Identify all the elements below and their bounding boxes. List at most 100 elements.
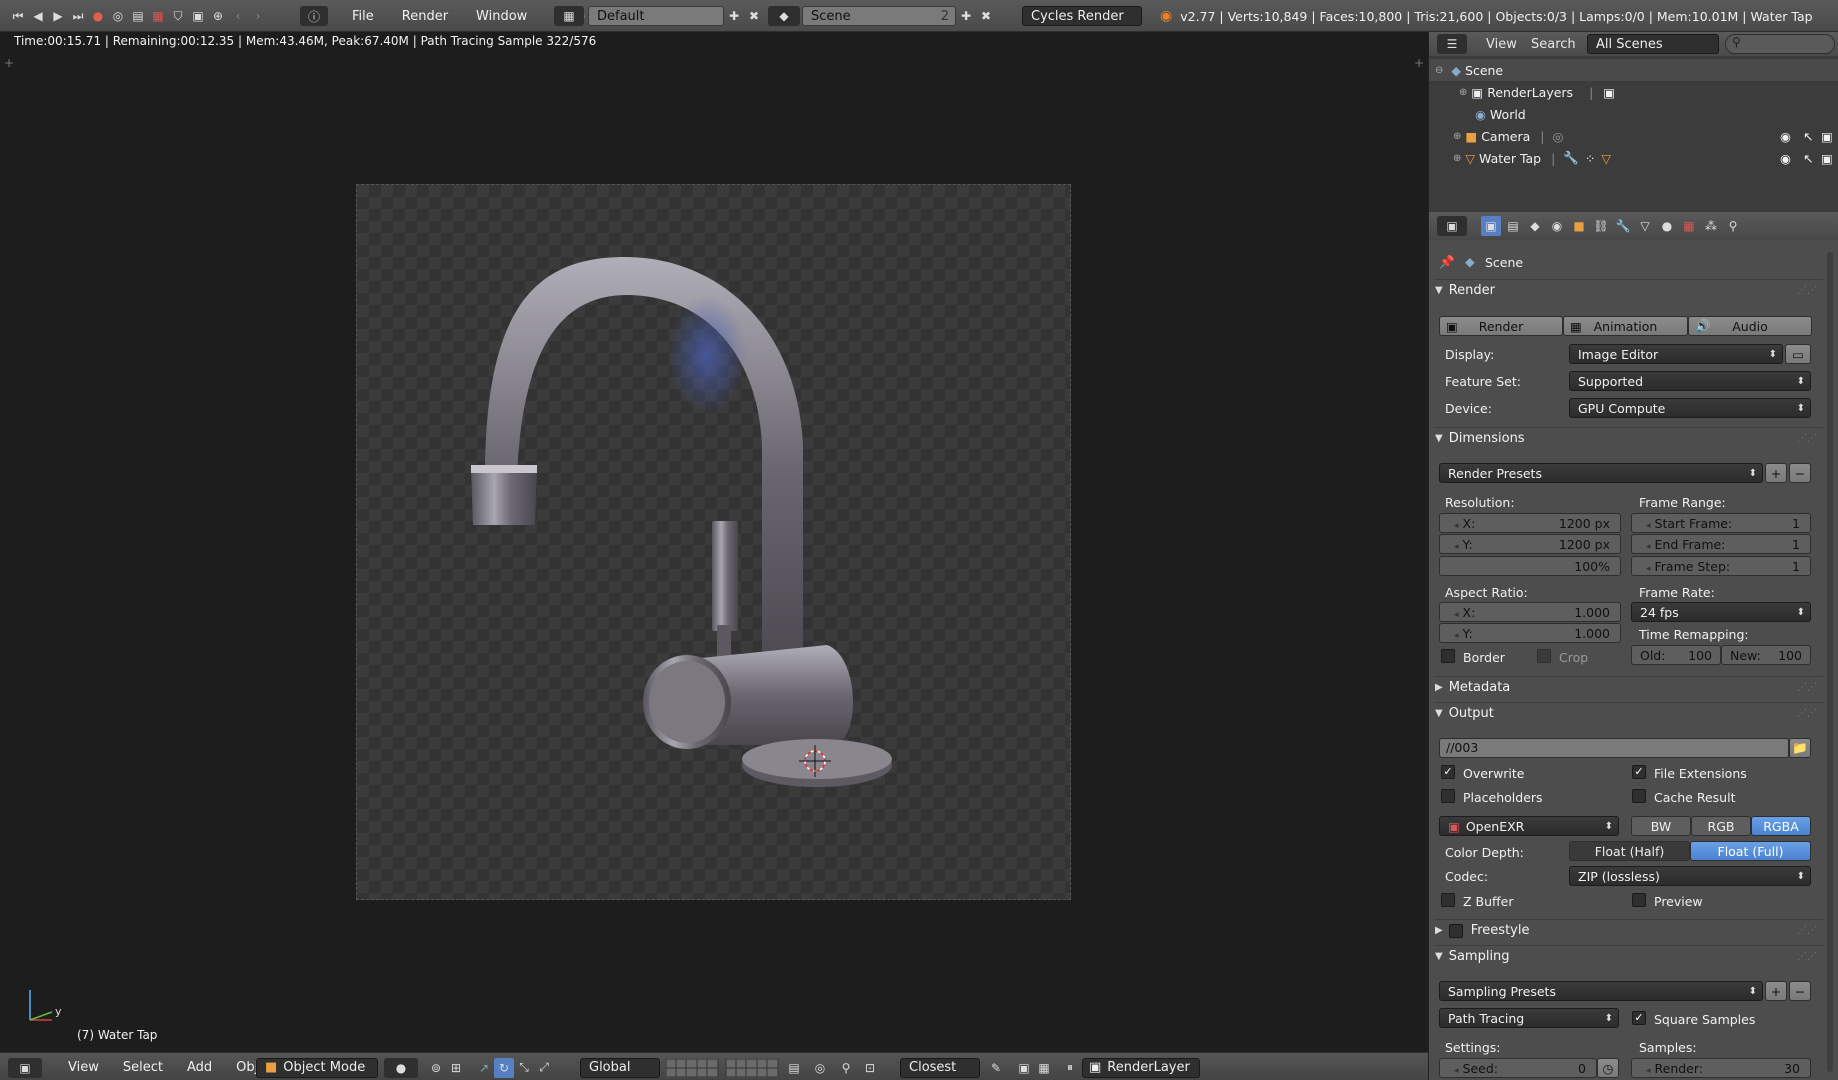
zbuffer-checkbox[interactable] [1441, 893, 1455, 907]
editor-type-button[interactable]: ⓘ [300, 5, 328, 27]
time-new-field[interactable]: New: 100 [1721, 645, 1811, 665]
new-file-icon[interactable]: ▤ [128, 6, 148, 26]
layout-add-icon[interactable]: ✚ [724, 6, 744, 26]
particles-tab-icon[interactable]: ⁂ [1701, 216, 1721, 236]
border-checkbox[interactable] [1441, 649, 1455, 663]
drag-handle-icon[interactable]: ⋰⋰ [1797, 285, 1817, 296]
render-presets-dropdown[interactable]: Render Presets [1439, 463, 1763, 483]
preset-add-button[interactable]: + [1765, 463, 1787, 483]
record-icon[interactable]: ● [88, 6, 108, 26]
panel-output-header[interactable]: ▼ Output ⋰⋰ [1435, 702, 1823, 724]
seed-animate-button[interactable]: ◷ [1597, 1058, 1619, 1078]
mode-dropdown[interactable]: ■ Object Mode [256, 1057, 378, 1078]
outliner-editor-icon[interactable]: ☰ [1437, 34, 1467, 54]
channel-rgba-button[interactable]: RGBA [1751, 816, 1811, 836]
render-icon[interactable]: ▣ [188, 6, 208, 26]
snap-element-icon[interactable]: ⊡ [860, 1058, 880, 1078]
jump-start-icon[interactable]: ⏮ [8, 6, 28, 26]
expand-icon[interactable]: ⊕ [1459, 87, 1467, 98]
render-layer-field[interactable]: ▣ RenderLayer [1082, 1057, 1200, 1078]
rotate-icon[interactable]: ↻ [494, 1057, 514, 1078]
sampling-preset-remove-button[interactable]: − [1789, 981, 1811, 1001]
keyframe-icon[interactable]: ◎ [108, 6, 128, 26]
crop-checkbox[interactable] [1537, 649, 1551, 663]
frame-rate-dropdown[interactable]: 24 fps [1631, 602, 1811, 622]
select-cursor-icon[interactable]: ↖ [1803, 129, 1813, 144]
world-tab-icon[interactable]: ◉ [1547, 216, 1567, 236]
preset-remove-button[interactable]: − [1789, 463, 1811, 483]
drag-handle-icon[interactable]: ⋰⋰ [1797, 682, 1817, 693]
panel-sampling-header[interactable]: ▼ Sampling ⋰⋰ [1435, 945, 1823, 967]
transform-icon[interactable]: ⤢ [534, 1058, 554, 1078]
overwrite-checkbox[interactable]: ✓ [1441, 765, 1455, 779]
translate-icon[interactable]: ↗ [474, 1058, 494, 1078]
editor-type-icon[interactable]: ▣ [8, 1057, 42, 1078]
drag-handle-icon[interactable]: ⋰⋰ [1797, 925, 1817, 936]
properties-scrollbar[interactable] [1827, 252, 1833, 1072]
menu-select[interactable]: Select [111, 1060, 175, 1075]
data-tab-icon[interactable]: ▽ [1635, 216, 1655, 236]
visibility-eye-icon[interactable]: ◉ [1780, 129, 1791, 144]
start-frame-field[interactable]: ◂ Start Frame: 1 [1631, 513, 1811, 533]
proportional-icon[interactable]: ◎ [810, 1058, 830, 1078]
display-window-button[interactable]: ▭ [1785, 344, 1811, 364]
render-layers-tab-icon[interactable]: ▤ [1503, 216, 1523, 236]
channel-rgb-button[interactable]: RGB [1691, 816, 1751, 836]
layout-icon[interactable]: ▦ [554, 6, 584, 26]
shield-icon[interactable]: ⛉ [168, 6, 188, 26]
render-still-icon[interactable]: ▣ [1014, 1058, 1034, 1078]
pin-icon[interactable]: 📌 [1439, 254, 1455, 270]
properties-editor-icon[interactable]: ▣ [1437, 216, 1467, 236]
render-toggle-icon[interactable]: ▣ [1821, 129, 1833, 144]
texture-tab-icon[interactable]: ▦ [1679, 216, 1699, 236]
codec-dropdown[interactable]: ZIP (lossless) [1569, 866, 1811, 886]
integrator-dropdown[interactable]: Path Tracing [1439, 1008, 1619, 1028]
resolution-y-field[interactable]: ◂ Y: 1200 px [1439, 534, 1621, 554]
physics-tab-icon[interactable]: ⚲ [1723, 216, 1743, 236]
viewport-shading-icon[interactable]: ● [384, 1057, 418, 1078]
file-format-dropdown[interactable]: ▣ OpenEXR [1439, 816, 1619, 836]
pivot-icon[interactable]: ⊚ [426, 1058, 446, 1078]
render-toggle-icon[interactable]: ▣ [1821, 151, 1833, 166]
outliner-item-water-tap[interactable]: ⊕ ▽ Water Tap | 🔧 ⁘ ▽ ◉ ↖ ▣ [1429, 147, 1838, 169]
panel-render-header[interactable]: ▼ Render ⋰⋰ [1435, 279, 1823, 301]
arrow-left-icon[interactable]: ‹ [228, 6, 248, 26]
file-extensions-checkbox[interactable]: ✓ [1632, 765, 1646, 779]
manipulator-toggle-icon[interactable]: ⊞ [446, 1058, 466, 1078]
outliner-view-menu[interactable]: View [1486, 37, 1517, 52]
outliner-item-scene[interactable]: ⊖ ◆ Scene [1429, 59, 1838, 81]
menu-view[interactable]: View [56, 1060, 111, 1075]
render-button[interactable]: ▣ Render [1439, 316, 1563, 336]
pause-icon[interactable]: ⏸ [1060, 1058, 1080, 1078]
arrow-right-icon[interactable]: › [248, 6, 268, 26]
output-path-input[interactable]: //003 [1439, 738, 1789, 758]
object-tab-icon[interactable]: ■ [1569, 216, 1589, 236]
material-tab-icon[interactable]: ● [1657, 216, 1677, 236]
display-dropdown[interactable]: Image Editor [1569, 344, 1783, 364]
device-dropdown[interactable]: GPU Compute [1569, 398, 1811, 418]
layout-close-icon[interactable]: ✖ [744, 6, 764, 26]
outliner-search-input[interactable]: ⚲ [1725, 34, 1835, 54]
orientation-dropdown[interactable]: Global [580, 1057, 660, 1078]
sampling-presets-dropdown[interactable]: Sampling Presets [1439, 981, 1763, 1001]
modifiers-tab-icon[interactable]: 🔧 [1613, 216, 1633, 236]
scene-add-icon[interactable]: ✚ [956, 6, 976, 26]
aspect-x-field[interactable]: ◂ X: 1.000 [1439, 602, 1621, 622]
preview-checkbox[interactable] [1632, 893, 1646, 907]
output-browse-button[interactable]: 📁 [1789, 738, 1811, 758]
drag-handle-icon[interactable]: ⋰⋰ [1797, 951, 1817, 962]
lock-layers-icon[interactable]: ▤ [784, 1058, 804, 1078]
layer-buttons[interactable] [666, 1057, 782, 1078]
outliner-filter-dropdown[interactable]: All Scenes [1587, 34, 1719, 54]
drag-handle-icon[interactable]: ⋰⋰ [1797, 433, 1817, 444]
collapse-icon[interactable]: ⊖ [1435, 65, 1443, 76]
sampling-preset-add-button[interactable]: + [1765, 981, 1787, 1001]
render-anim-icon[interactable]: ▦ [1034, 1058, 1054, 1078]
snap-icon[interactable]: ⚲ [836, 1058, 856, 1078]
scene-icon[interactable]: ◆ [768, 6, 800, 26]
render-samples-field[interactable]: ◂ Render: 30 [1631, 1058, 1811, 1078]
menu-render[interactable]: Render [388, 9, 462, 24]
panel-freestyle-header[interactable]: ▶ Freestyle ⋰⋰ [1435, 919, 1823, 941]
expand-icon[interactable]: ⊕ [1453, 153, 1461, 164]
play-icon[interactable]: ▶ [48, 6, 68, 26]
